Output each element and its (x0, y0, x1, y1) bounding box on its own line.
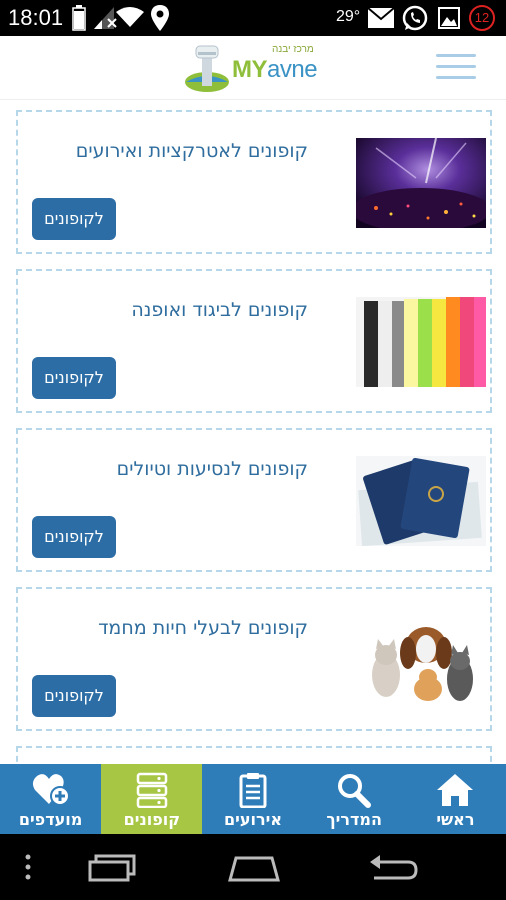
status-bar: 18:01 29° 12 (0, 0, 506, 36)
concert-image (356, 138, 486, 228)
back-button-icon[interactable] (368, 854, 418, 882)
nav-label: אירועים (223, 810, 282, 829)
location-icon (151, 5, 169, 31)
menu-bar-icon (436, 54, 476, 57)
nav-label: קופונים (123, 810, 180, 829)
system-nav-bar (0, 834, 506, 900)
coupon-card: קופונים לנסיעות וטיולים לקופונים (16, 428, 492, 572)
whatsapp-icon (402, 5, 428, 31)
app-header: מרכז יבנה MYavne (0, 36, 506, 100)
nav-item-favorites[interactable]: מועדפים (0, 764, 101, 834)
clothing-image (356, 297, 486, 387)
coupon-card: קופונים לאטרקציות ואירועים לקופונים (16, 110, 492, 254)
coupons-button[interactable]: לקופונים (32, 357, 116, 399)
recent-apps-icon[interactable] (88, 854, 138, 882)
list-icon (136, 772, 168, 808)
nav-label: המדריך (326, 810, 382, 829)
coupon-card: קופונים לביגוד ואופנה לקופונים (16, 269, 492, 413)
menu-bar-icon (436, 76, 476, 79)
no-signal-icon (94, 7, 117, 29)
app-logo[interactable]: מרכז יבנה MYavne (184, 42, 334, 94)
coupon-title: קופונים לביגוד ואופנה (131, 299, 308, 321)
search-icon (338, 774, 372, 808)
coupons-button[interactable]: לקופונים (32, 516, 116, 558)
status-time: 18:01 (8, 5, 64, 30)
wifi-icon (116, 7, 144, 27)
coupon-title: קופונים לנסיעות וטיולים (116, 458, 308, 480)
coupon-card (16, 746, 492, 764)
menu-bar-icon (436, 65, 476, 68)
home-button-icon[interactable] (226, 852, 282, 882)
coupon-title: קופונים לבעלי חיות מחמד (98, 617, 308, 639)
image-icon (438, 7, 460, 29)
hamburger-menu-button[interactable] (436, 52, 476, 82)
notification-count: 12 (474, 10, 490, 25)
nav-item-home[interactable]: ראשי (405, 764, 506, 834)
bottom-nav: ראשי המדריך אירועים קופונים מועדפים (0, 764, 506, 834)
home-icon (437, 774, 474, 806)
coupon-card: קופונים לבעלי חיות מחמד לקופונים (16, 587, 492, 731)
nav-label: מועדפים (18, 810, 83, 829)
logo-brand-my: MY (232, 56, 268, 83)
heart-plus-icon (32, 774, 70, 806)
nav-item-events[interactable]: אירועים (202, 764, 303, 834)
overflow-menu-icon[interactable] (22, 854, 34, 880)
passports-image (356, 456, 486, 546)
water-tower-logo-icon (185, 45, 229, 92)
nav-item-coupons[interactable]: קופונים (101, 764, 203, 834)
coupon-title: קופונים לאטרקציות ואירועים (75, 140, 308, 162)
notification-badge: 12 (469, 5, 495, 31)
coupons-button[interactable]: לקופונים (32, 675, 116, 717)
battery-icon (72, 5, 86, 31)
mail-icon (368, 8, 394, 28)
logo-tagline: מרכז יבנה (272, 44, 314, 55)
pets-image (356, 615, 486, 705)
nav-label: ראשי (436, 810, 475, 829)
status-temperature: 29° (336, 8, 361, 25)
clipboard-icon (239, 773, 267, 808)
coupons-button[interactable]: לקופונים (32, 198, 116, 240)
logo-brand: MYavne (232, 56, 318, 84)
coupon-list[interactable]: קופונים לאטרקציות ואירועים לקופונים קופו… (0, 100, 506, 764)
nav-item-guide[interactable]: המדריך (304, 764, 405, 834)
logo-brand-avne: avne (267, 56, 318, 83)
